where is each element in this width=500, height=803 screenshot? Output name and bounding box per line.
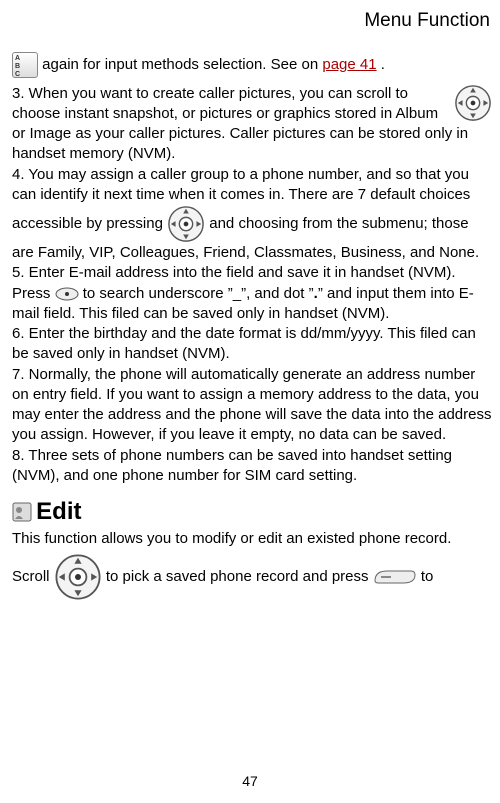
nav-circle-icon (454, 84, 492, 122)
text-p7: 7. Normally, the phone will automaticall… (12, 366, 491, 444)
softkey-icon (373, 567, 417, 587)
link-page-41[interactable]: page 41 (322, 56, 376, 73)
text-scroll-a: Scroll (12, 568, 54, 585)
page-header: Menu Function (12, 8, 492, 34)
text-again-input: again for input methods selection. See o… (38, 56, 322, 73)
abc-input-icon (12, 52, 38, 78)
nav-key-icon (55, 287, 79, 301)
text-p3a: 3. When you want to create caller pictur… (12, 85, 396, 102)
text-press-a: Press (12, 285, 55, 302)
page-content: again for input methods selection. See o… (12, 52, 492, 601)
edit-section-icon (12, 502, 32, 522)
text-p6: 6. Enter the birthday and the date forma… (12, 325, 476, 362)
text-press-b: to search underscore ”_”, and dot ” (83, 285, 314, 302)
text-p5: 5. Enter E-mail address into the field a… (12, 264, 456, 281)
text-scroll-c: to (421, 568, 434, 585)
text-period: . (377, 56, 385, 73)
page-number: 47 (0, 772, 500, 791)
text-p8: 8. Three sets of phone numbers can be sa… (12, 447, 452, 484)
text-scroll-b: to pick a saved phone record and press (106, 568, 373, 585)
nav-circle-icon (167, 205, 205, 243)
header-title: Menu Function (364, 10, 490, 31)
nav-circle-icon (54, 553, 102, 601)
edit-heading: Edit (36, 498, 81, 525)
text-edit-desc: This function allows you to modify or ed… (12, 530, 451, 547)
